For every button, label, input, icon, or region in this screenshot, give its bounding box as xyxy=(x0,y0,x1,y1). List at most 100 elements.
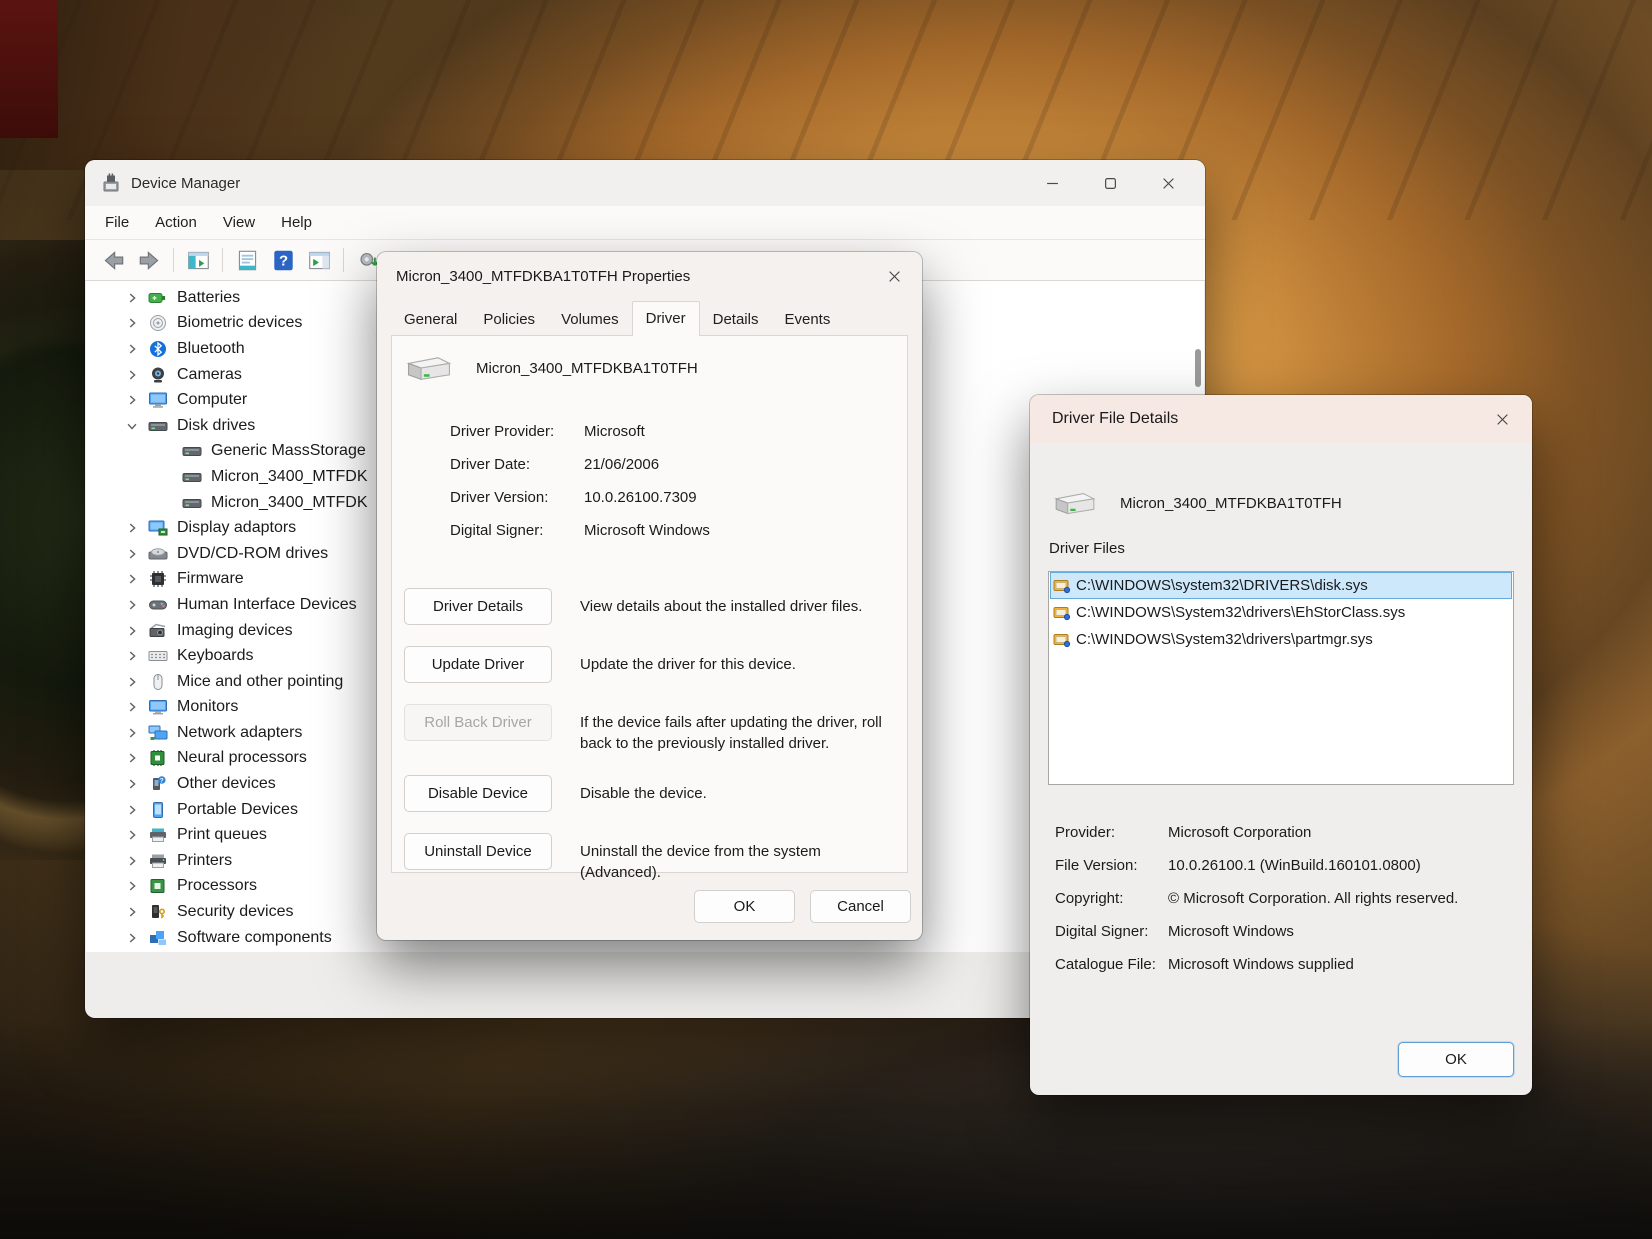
chevron-right-icon[interactable] xyxy=(124,341,140,357)
minimize-button[interactable] xyxy=(1023,162,1081,204)
chevron-right-icon[interactable] xyxy=(124,776,140,792)
driver-file-row[interactable]: C:\WINDOWS\System32\drivers\partmgr.sys xyxy=(1050,626,1512,653)
tree-item-label: Computer xyxy=(177,391,248,409)
chevron-right-icon[interactable] xyxy=(124,699,140,715)
tab-volumes[interactable]: Volumes xyxy=(548,305,632,335)
detail-label: Provider: xyxy=(1055,824,1116,841)
driver-actions: Driver Details View details about the ins… xyxy=(404,588,899,904)
chevron-right-icon[interactable] xyxy=(124,750,140,766)
detail-row: Copyright: © Microsoft Corporation. All r… xyxy=(1055,889,1458,908)
menu-action[interactable]: Action xyxy=(145,210,207,235)
disable-device-button[interactable]: Disable Device xyxy=(404,775,552,812)
menu-bar: File Action View Help xyxy=(85,206,1205,240)
driver-details-button[interactable]: Driver Details xyxy=(404,588,552,625)
processor-icon xyxy=(148,877,168,895)
maximize-button[interactable] xyxy=(1081,162,1139,204)
detail-label: Copyright: xyxy=(1055,890,1124,907)
dvd-icon xyxy=(148,545,168,563)
chevron-right-icon[interactable] xyxy=(124,827,140,843)
properties-dialog-titlebar[interactable]: Micron_3400_MTFDKBA1T0TFH Properties xyxy=(377,252,922,300)
update-driver-button[interactable]: Update Driver xyxy=(404,646,552,683)
fingerprint-icon xyxy=(148,314,168,332)
action-pane-icon[interactable] xyxy=(301,245,337,275)
detail-row: File Version: 10.0.26100.1 (WinBuild.1601… xyxy=(1055,856,1458,875)
chevron-right-icon[interactable] xyxy=(124,392,140,408)
driver-file-icon xyxy=(1053,631,1071,649)
chevron-right-icon[interactable] xyxy=(124,904,140,920)
chevron-right-icon[interactable] xyxy=(124,802,140,818)
info-label: Digital Signer: xyxy=(450,522,544,539)
driver-action-row: Uninstall Device Uninstall the device fro… xyxy=(404,833,899,883)
driver-file-row[interactable]: C:\WINDOWS\system32\DRIVERS\disk.sys xyxy=(1050,572,1512,599)
driver-file-info: Provider: Microsoft Corporation File Versi… xyxy=(1055,823,1458,988)
driver-info: Driver Provider: Microsoft Driver Date: 21/… xyxy=(450,422,710,554)
chevron-right-icon[interactable] xyxy=(124,853,140,869)
driver-file-row[interactable]: C:\WINDOWS\System32\drivers\EhStorClass.… xyxy=(1050,599,1512,626)
tree-item-label: Bluetooth xyxy=(177,339,245,357)
chevron-right-icon[interactable] xyxy=(124,367,140,383)
tree-item-label: Portable Devices xyxy=(177,800,298,818)
driver-file-path: C:\WINDOWS\system32\DRIVERS\disk.sys xyxy=(1076,577,1368,594)
driver-action-row: Roll Back Driver If the device fails afte… xyxy=(404,704,899,754)
tab-policies[interactable]: Policies xyxy=(470,305,548,335)
properties-icon[interactable] xyxy=(229,245,265,275)
menu-file[interactable]: File xyxy=(95,210,139,235)
action-description: If the device fails after updating the d… xyxy=(580,714,882,752)
back-icon[interactable] xyxy=(95,245,131,275)
chevron-right-icon[interactable] xyxy=(124,290,140,306)
tab-details[interactable]: Details xyxy=(700,305,772,335)
tab-driver[interactable]: Driver xyxy=(631,301,700,336)
ok-button[interactable]: OK xyxy=(1398,1042,1514,1077)
menu-view[interactable]: View xyxy=(213,210,265,235)
device-manager-titlebar[interactable]: Device Manager xyxy=(85,160,1205,206)
info-row: Driver Provider: Microsoft xyxy=(450,422,710,441)
chevron-right-icon[interactable] xyxy=(124,623,140,639)
forward-icon[interactable] xyxy=(131,245,167,275)
cancel-button[interactable]: Cancel xyxy=(810,890,911,923)
disk-drive-icon xyxy=(404,350,454,386)
chevron-right-icon[interactable] xyxy=(124,878,140,894)
chevron-right-icon[interactable] xyxy=(124,315,140,331)
action-description: Update the driver for this device. xyxy=(580,656,796,673)
uninstall-device-button[interactable]: Uninstall Device xyxy=(404,833,552,870)
driver-action-row: Update Driver Update the driver for this … xyxy=(404,646,899,683)
detail-label: File Version: xyxy=(1055,857,1138,874)
disk-drive-icon xyxy=(1052,487,1098,519)
ok-button[interactable]: OK xyxy=(694,890,795,923)
chevron-right-icon[interactable] xyxy=(124,597,140,613)
detail-value: 10.0.26100.1 (WinBuild.160101.0800) xyxy=(1168,857,1421,874)
detail-row: Catalogue File: Microsoft Windows supplie… xyxy=(1055,955,1458,974)
driver-file-path: C:\WINDOWS\System32\drivers\partmgr.sys xyxy=(1076,631,1373,648)
tree-item-label: Disk drives xyxy=(177,416,256,434)
roll-back-driver-button[interactable]: Roll Back Driver xyxy=(404,704,552,741)
tree-item-label: Micron_3400_MTFDK xyxy=(211,493,368,511)
tree-item-label: Imaging devices xyxy=(177,621,293,639)
chevron-right-icon[interactable] xyxy=(124,546,140,562)
chevron-right-icon[interactable] xyxy=(124,725,140,741)
details-close-button[interactable] xyxy=(1484,402,1520,436)
chevron-right-icon[interactable] xyxy=(124,930,140,946)
driver-file-details-titlebar[interactable]: Driver File Details xyxy=(1030,395,1532,443)
chevron-right-icon[interactable] xyxy=(124,674,140,690)
help-icon[interactable]: ? xyxy=(265,245,301,275)
console-tree-icon[interactable] xyxy=(180,245,216,275)
disk-icon xyxy=(182,442,202,460)
driver-file-icon xyxy=(1053,577,1071,595)
chevron-right-icon[interactable] xyxy=(124,648,140,664)
tab-general[interactable]: General xyxy=(391,305,470,335)
properties-close-button[interactable] xyxy=(876,259,912,293)
chevron-right-icon[interactable] xyxy=(124,571,140,587)
svg-text:?: ? xyxy=(278,252,287,269)
info-value: 10.0.26100.7309 xyxy=(584,489,697,506)
chevron-right-icon[interactable] xyxy=(124,520,140,536)
close-button[interactable] xyxy=(1139,162,1197,204)
device-name: Micron_3400_MTFDKBA1T0TFH xyxy=(476,359,698,377)
info-label: Driver Provider: xyxy=(450,423,555,440)
menu-help[interactable]: Help xyxy=(271,210,322,235)
tab-events[interactable]: Events xyxy=(771,305,843,335)
scrollbar-thumb[interactable] xyxy=(1195,349,1201,387)
properties-footer: OK Cancel xyxy=(694,890,911,923)
tree-item-label: Micron_3400_MTFDK xyxy=(211,467,368,485)
chevron-down-icon[interactable] xyxy=(124,418,140,434)
tree-item-label: Biometric devices xyxy=(177,314,303,332)
